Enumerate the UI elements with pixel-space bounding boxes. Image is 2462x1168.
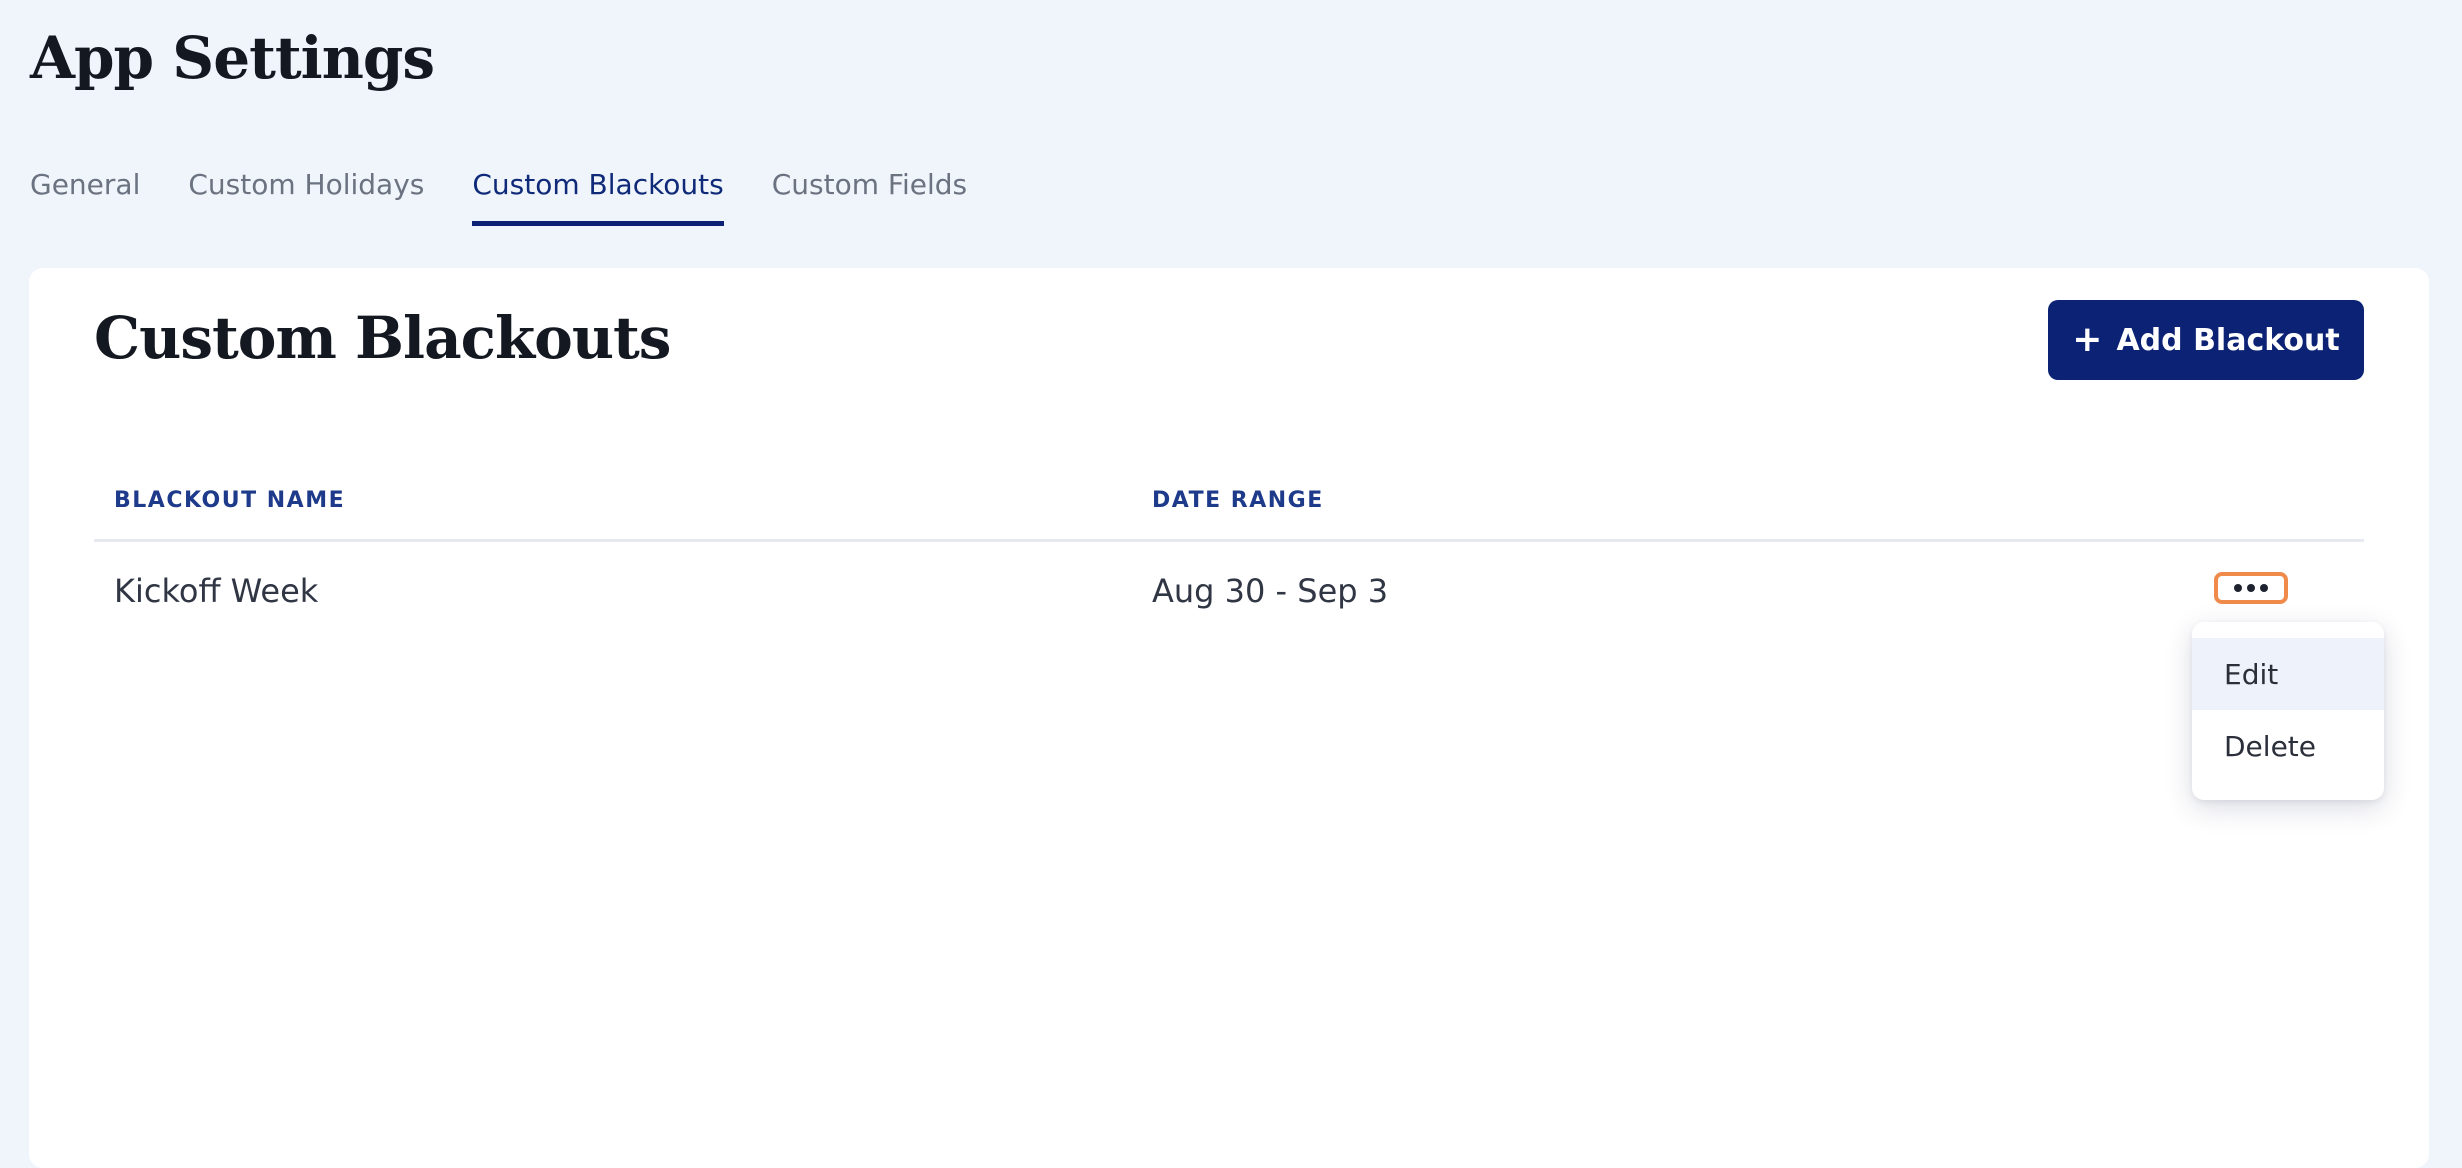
blackouts-table: Blackout Name Date Range Kickoff Week Au… <box>94 458 2384 800</box>
row-actions-button[interactable] <box>2214 572 2288 604</box>
blackouts-panel: Custom Blackouts + Add Blackout Blackout… <box>29 268 2429 1168</box>
tab-general[interactable]: General <box>30 168 140 226</box>
plus-icon: + <box>2072 319 2103 360</box>
blackout-name-cell: Kickoff Week <box>114 572 319 610</box>
more-horizontal-icon-dot <box>2260 584 2268 592</box>
tab-custom-holidays[interactable]: Custom Holidays <box>188 168 424 226</box>
tab-custom-fields[interactable]: Custom Fields <box>772 168 967 226</box>
add-blackout-button[interactable]: + Add Blackout <box>2048 300 2364 380</box>
menu-item-edit[interactable]: Edit <box>2192 638 2384 710</box>
add-blackout-label: Add Blackout <box>2116 322 2340 358</box>
date-range-cell: Aug 30 - Sep 3 <box>1152 572 1389 610</box>
menu-item-delete[interactable]: Delete <box>2192 710 2384 782</box>
row-actions-menu: Edit Delete <box>2192 622 2384 800</box>
tab-custom-blackouts[interactable]: Custom Blackouts <box>472 168 724 226</box>
more-horizontal-icon-dot <box>2247 584 2255 592</box>
page-title: App Settings <box>30 24 435 92</box>
more-horizontal-icon-dot <box>2234 584 2242 592</box>
table-row: Kickoff Week Aug 30 - Sep 3 Edit Delete <box>94 542 2384 800</box>
settings-tabs: General Custom Holidays Custom Blackouts… <box>30 168 967 226</box>
column-header-blackout-name: Blackout Name <box>114 488 346 513</box>
column-header-date-range: Date Range <box>1152 488 1324 513</box>
table-header: Blackout Name Date Range <box>94 458 2364 542</box>
panel-title: Custom Blackouts <box>94 304 671 372</box>
